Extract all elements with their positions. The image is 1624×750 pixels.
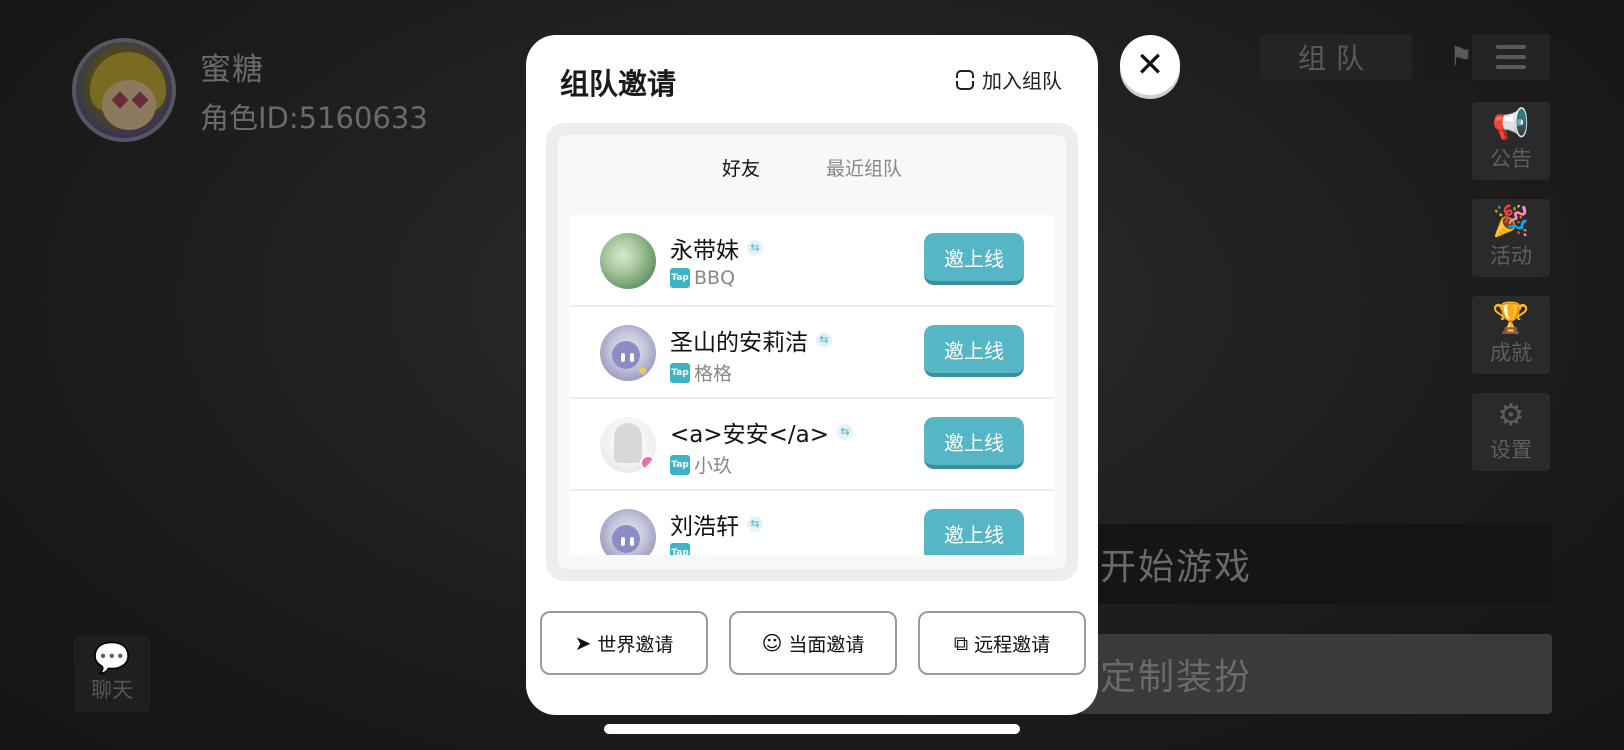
tap-platform-icon: Tap <box>670 543 690 555</box>
list-item: 刘浩轩 ⇆ Tap 邀上线 <box>570 491 1054 555</box>
sync-icon: ⇆ <box>747 516 763 532</box>
friend-nickname: BBQ <box>694 267 736 289</box>
home-indicator[interactable] <box>604 724 1020 734</box>
invite-online-button[interactable]: 邀上线 <box>924 325 1024 377</box>
sync-icon: ⇆ <box>816 332 832 348</box>
friend-avatar[interactable] <box>600 417 656 473</box>
friend-name: 圣山的安莉洁 <box>670 330 808 356</box>
gear-icon: ⚙ <box>1497 398 1525 433</box>
close-icon: ✕ <box>1135 45 1165 85</box>
player-avatar[interactable] <box>72 38 176 142</box>
friend-list-panel: 好友 最近组队 永带妹 ⇆ Tap BBQ 邀上线 圣山的安莉洁 ⇆ Tap 格… <box>546 123 1078 581</box>
friend-nickname: 格格 <box>694 363 733 385</box>
chat-button[interactable]: 💬 聊天 <box>74 636 150 712</box>
player-profile[interactable]: 蜜糖 角色ID:5160633 <box>72 38 428 142</box>
menu-button[interactable] <box>1472 34 1550 80</box>
close-button[interactable]: ✕ <box>1120 35 1180 95</box>
hamburger-icon <box>1496 42 1526 72</box>
start-game-button[interactable]: 开始游戏 <box>1080 524 1552 604</box>
invite-online-button[interactable]: 邀上线 <box>924 233 1024 285</box>
settings-button[interactable]: ⚙ 设置 <box>1472 393 1550 471</box>
invite-online-button[interactable]: 邀上线 <box>924 417 1024 469</box>
chat-bubble-icon: 💬 <box>93 641 131 676</box>
remote-invite-button[interactable]: ⧉ 远程邀请 <box>918 611 1086 675</box>
tab-recent-teams[interactable]: 最近组队 <box>826 154 902 181</box>
send-icon: ➤ <box>574 631 592 655</box>
tap-platform-icon: Tap <box>670 268 690 288</box>
megaphone-icon: 📢 <box>1492 107 1530 142</box>
customize-outfit-button[interactable]: 定制装扮 <box>1080 634 1552 714</box>
events-button[interactable]: 🎉 活动 <box>1472 199 1550 277</box>
invite-online-button[interactable]: 邀上线 <box>924 509 1024 555</box>
announcement-button[interactable]: 📢 公告 <box>1472 102 1550 180</box>
player-name: 蜜糖 <box>200 51 264 88</box>
list-item: 圣山的安莉洁 ⇆ Tap 格格 邀上线 <box>570 307 1054 399</box>
invite-actions: ➤ 世界邀请 ☺ 当面邀请 ⧉ 远程邀请 <box>540 611 1086 675</box>
friend-list[interactable]: 永带妹 ⇆ Tap BBQ 邀上线 圣山的安莉洁 ⇆ Tap 格格 邀上线 <a… <box>570 215 1054 555</box>
join-team-button[interactable]: 加入组队 <box>955 65 1062 94</box>
invite-tabs: 好友 最近组队 <box>558 135 1066 199</box>
friend-name: <a>安安</a> <box>670 422 830 448</box>
player-role-id: 角色ID:5160633 <box>200 100 428 135</box>
tap-platform-icon: Tap <box>670 362 690 383</box>
sync-icon: ⇆ <box>747 240 763 256</box>
party-popper-icon: 🎉 <box>1492 204 1530 239</box>
friend-name: 永带妹 <box>670 238 739 264</box>
list-item: <a>安安</a> ⇆ Tap 小玖 邀上线 <box>570 399 1054 491</box>
in-person-invite-button[interactable]: ☺ 当面邀请 <box>729 611 897 675</box>
sync-icon: ⇆ <box>837 424 854 440</box>
friend-avatar[interactable] <box>600 233 656 289</box>
external-link-icon: ⧉ <box>953 631 969 655</box>
dialog-title: 组队邀请 <box>560 67 677 101</box>
face-icon: ☺ <box>761 631 783 655</box>
friend-nickname: 小玖 <box>694 455 733 477</box>
world-invite-button[interactable]: ➤ 世界邀请 <box>540 611 708 675</box>
join-team-label: 加入组队 <box>982 69 1062 93</box>
achievements-button[interactable]: 🏆 成就 <box>1472 296 1550 374</box>
team-invite-dialog: 组队邀请 加入组队 好友 最近组队 永带妹 ⇆ Tap BBQ 邀上线 圣山的安… <box>526 35 1098 715</box>
friend-avatar[interactable] <box>600 509 656 555</box>
friend-avatar[interactable] <box>600 325 656 381</box>
friend-name: 刘浩轩 <box>670 514 739 540</box>
join-team-icon <box>955 69 975 90</box>
team-tab[interactable]: 组队 <box>1260 34 1412 80</box>
tab-friends[interactable]: 好友 <box>722 154 760 181</box>
flag-icon: ⚑ <box>1449 42 1473 72</box>
trophy-icon: 🏆 <box>1492 301 1530 336</box>
list-item: 永带妹 ⇆ Tap BBQ 邀上线 <box>570 215 1054 307</box>
tap-platform-icon: Tap <box>670 454 690 475</box>
